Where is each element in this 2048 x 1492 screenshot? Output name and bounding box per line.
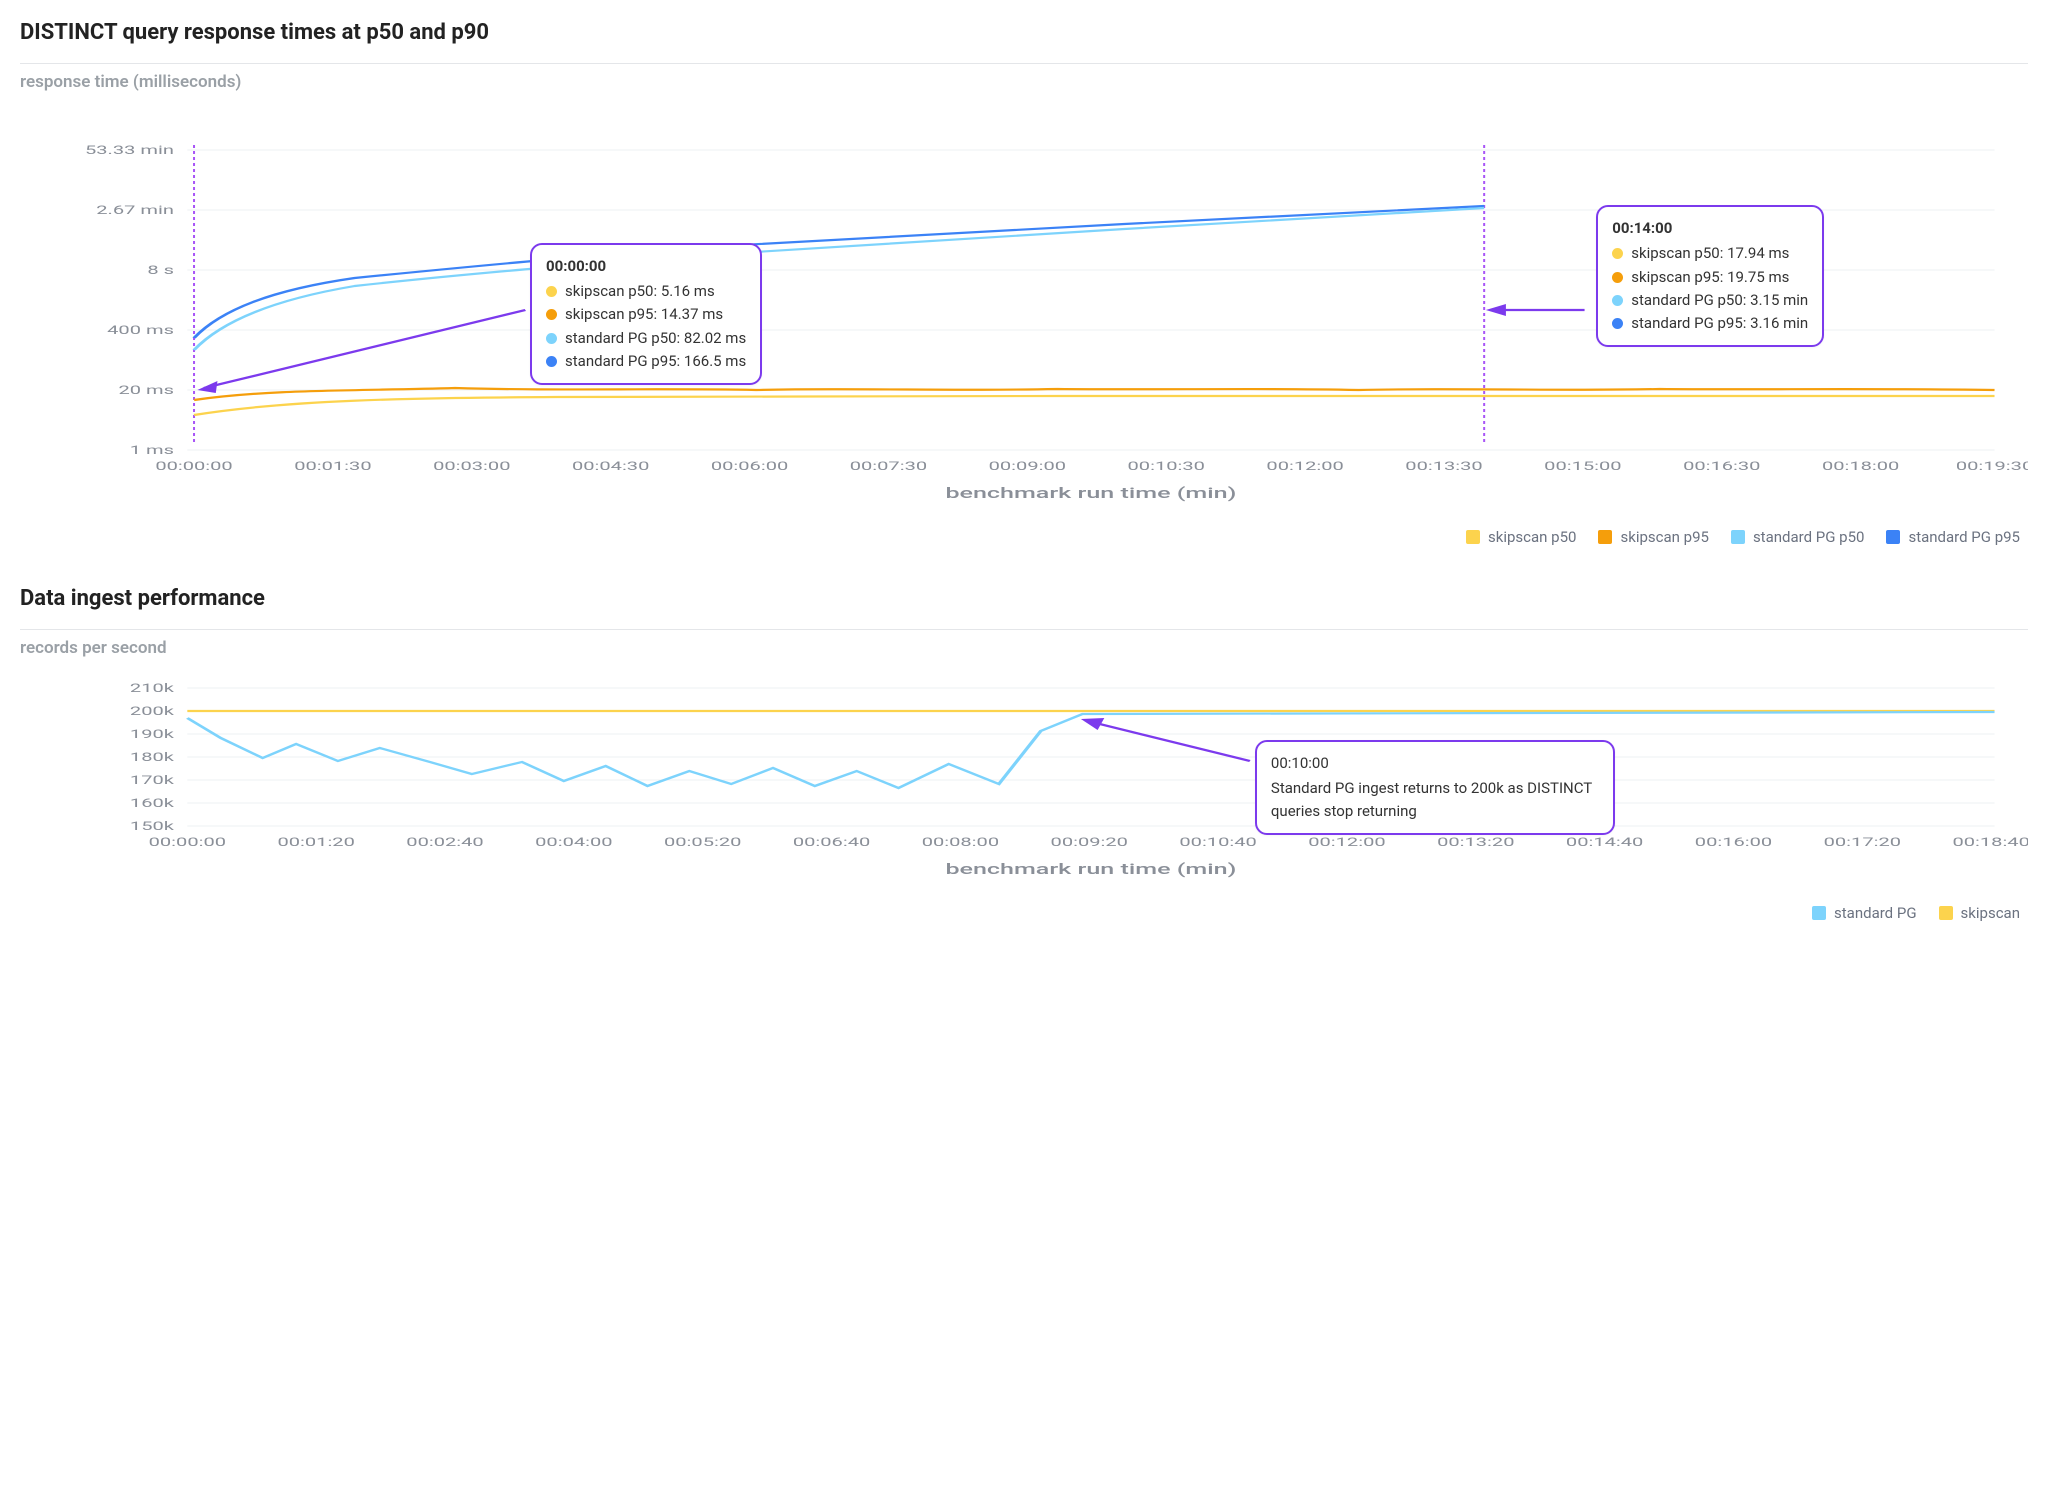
chart1-subtitle: response time (milliseconds) — [20, 72, 2028, 100]
chart1-x-label: benchmark run time (min) — [945, 485, 1236, 502]
svg-text:00:16:30: 00:16:30 — [1683, 460, 1760, 474]
chart2-subtitle: records per second — [20, 638, 2028, 666]
svg-text:00:12:00: 00:12:00 — [1308, 836, 1385, 850]
svg-text:00:10:30: 00:10:30 — [1128, 460, 1205, 474]
chart-distinct-response-times: DISTINCT query response times at p50 and… — [20, 20, 2028, 546]
chart-data-ingest: Data ingest performance records per seco… — [20, 586, 2028, 922]
svg-text:150k: 150k — [130, 820, 175, 834]
chart2-x-label: benchmark run time (min) — [945, 861, 1236, 878]
svg-text:00:00:00: 00:00:00 — [149, 836, 226, 850]
chart1-arrow-start — [204, 310, 525, 388]
svg-text:00:09:00: 00:09:00 — [989, 460, 1066, 474]
svg-text:00:17:20: 00:17:20 — [1824, 836, 1901, 850]
chart1-x-axis: 00:00:00 00:01:30 00:03:00 00:04:30 00:0… — [155, 460, 2028, 474]
svg-text:00:00:00: 00:00:00 — [155, 460, 232, 474]
svg-text:180k: 180k — [130, 751, 175, 765]
svg-text:00:01:20: 00:01:20 — [277, 836, 354, 850]
svg-text:00:18:40: 00:18:40 — [1952, 836, 2028, 850]
svg-text:160k: 160k — [130, 797, 175, 811]
svg-text:00:18:00: 00:18:00 — [1822, 460, 1899, 474]
svg-text:400 ms: 400 ms — [107, 324, 174, 338]
svg-text:00:13:30: 00:13:30 — [1405, 460, 1482, 474]
svg-text:170k: 170k — [130, 774, 175, 788]
series-standard-pg-p95 — [194, 206, 1484, 338]
svg-text:2.67 min: 2.67 min — [96, 204, 174, 218]
svg-text:00:12:00: 00:12:00 — [1266, 460, 1343, 474]
svg-text:00:08:00: 00:08:00 — [922, 836, 999, 850]
svg-text:00:03:00: 00:03:00 — [433, 460, 510, 474]
svg-text:1 ms: 1 ms — [130, 444, 174, 458]
chart2-arrow — [1088, 721, 1250, 761]
chart2-plot-area: 150k 160k 170k 180k 190k 200k 210k 00:00… — [20, 666, 2028, 896]
chart2-y-axis: 150k 160k 170k 180k 190k 200k 210k — [130, 682, 175, 834]
svg-text:00:02:40: 00:02:40 — [406, 836, 483, 850]
divider — [20, 63, 2028, 64]
chart2-callout: 00:10:00 Standard PG ingest returns to 2… — [1255, 740, 1615, 836]
chart2-legend: standard PG skipscan — [20, 896, 2028, 922]
chart1-callout-start: 00:00:00 skipscan p50: 5.16 ms skipscan … — [530, 243, 762, 385]
chart2-title: Data ingest performance — [20, 586, 2028, 623]
svg-text:00:10:40: 00:10:40 — [1179, 836, 1256, 850]
svg-text:00:04:00: 00:04:00 — [535, 836, 612, 850]
svg-text:00:05:20: 00:05:20 — [664, 836, 741, 850]
svg-text:00:06:40: 00:06:40 — [793, 836, 870, 850]
svg-text:00:16:00: 00:16:00 — [1695, 836, 1772, 850]
chart2-grid — [187, 688, 1994, 826]
svg-text:00:19:30: 00:19:30 — [1956, 460, 2028, 474]
svg-text:00:09:20: 00:09:20 — [1051, 836, 1128, 850]
chart1-title: DISTINCT query response times at p50 and… — [20, 20, 2028, 57]
svg-text:00:14:40: 00:14:40 — [1566, 836, 1643, 850]
svg-text:00:06:00: 00:06:00 — [711, 460, 788, 474]
svg-text:00:07:30: 00:07:30 — [850, 460, 927, 474]
svg-text:20 ms: 20 ms — [118, 384, 174, 398]
svg-text:200k: 200k — [130, 705, 175, 719]
svg-text:00:01:30: 00:01:30 — [294, 460, 371, 474]
chart1-plot-area: 1 ms 20 ms 400 ms 8 s 2.67 min 53.33 min… — [20, 100, 2028, 520]
chart1-legend: skipscan p50 skipscan p95 standard PG p5… — [20, 520, 2028, 546]
svg-text:190k: 190k — [130, 728, 175, 742]
series-standard-pg-p50 — [194, 208, 1484, 350]
svg-text:00:13:20: 00:13:20 — [1437, 836, 1514, 850]
chart2-svg: 150k 160k 170k 180k 190k 200k 210k 00:00… — [20, 666, 2028, 896]
svg-text:210k: 210k — [130, 682, 175, 696]
series-skipscan-p50 — [194, 396, 1995, 415]
chart2-x-axis: 00:00:00 00:01:20 00:02:40 00:04:00 00:0… — [149, 836, 2028, 850]
svg-text:8 s: 8 s — [147, 264, 174, 278]
svg-text:00:04:30: 00:04:30 — [572, 460, 649, 474]
chart1-callout-14min: 00:14:00 skipscan p50: 17.94 ms skipscan… — [1596, 205, 1824, 347]
divider — [20, 629, 2028, 630]
svg-text:00:15:00: 00:15:00 — [1544, 460, 1621, 474]
svg-text:53.33 min: 53.33 min — [85, 144, 174, 158]
chart1-y-axis: 1 ms 20 ms 400 ms 8 s 2.67 min 53.33 min — [85, 144, 174, 458]
